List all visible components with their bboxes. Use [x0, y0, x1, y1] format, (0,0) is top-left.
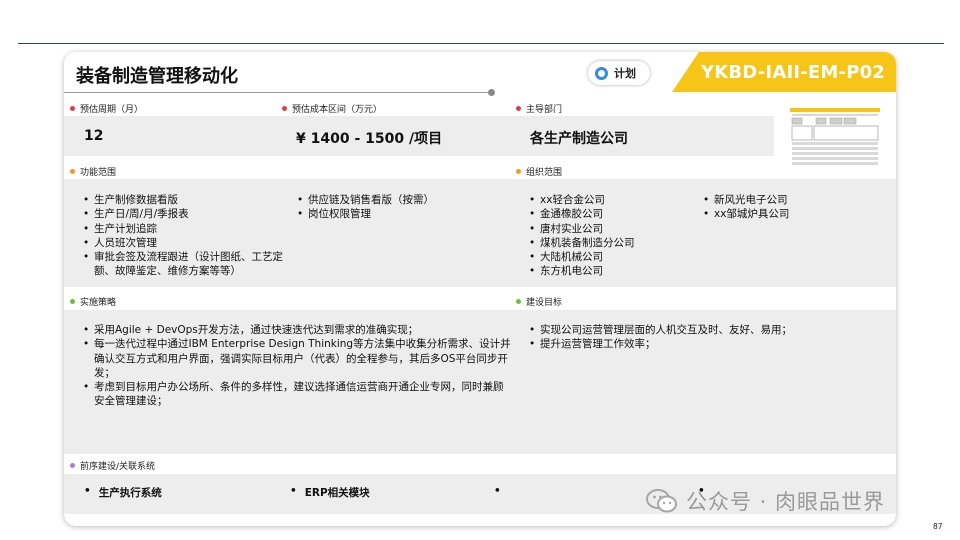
list-item: 每一迭代过程中通过IBM Enterprise Design Thinking等…	[80, 337, 512, 380]
list-item: 岗位权限管理	[294, 207, 494, 222]
dept-label-text: 主导部门	[526, 105, 563, 115]
list-item: 生产日/周/月/季报表	[80, 207, 298, 222]
initiative-card: 装备制造管理移动化 计划 YKBD-IAII-EM-P02 预估周期（月） 预估…	[64, 52, 896, 526]
strategy-label: 实施策略	[70, 295, 116, 308]
orange-dot-icon	[516, 169, 521, 174]
strategy-list: 采用Agile + DevOps开发方法，通过快速迭代达到需求的准确实现； 每一…	[80, 323, 512, 409]
green-dot-icon	[516, 299, 521, 304]
list-item: 考虑到目标用户办公场所、条件的多样性，建议选择通信运营商开通企业专网，同时兼顾安…	[80, 380, 512, 409]
red-dot-icon	[516, 106, 521, 111]
watermark: 公众号 · 肉眼品世界	[646, 486, 885, 516]
screen-thumbnail-icon	[790, 108, 880, 168]
list-item: 煤机装备制造分公司	[526, 236, 706, 251]
prerequisites-label: 前序建设/关联系统	[70, 459, 155, 472]
wechat-icon	[646, 489, 677, 513]
org-scope-label-text: 组织范围	[526, 168, 563, 178]
dept-value: 各生产制造公司	[530, 131, 628, 147]
org-scope-list-2: 新风光电子公司 xx邹城炉具公司	[700, 193, 880, 222]
period-label-text: 预估周期（月）	[80, 105, 144, 115]
top-divider	[18, 43, 944, 44]
project-code: YKBD-IAII-EM-P02	[700, 61, 886, 83]
list-item: 唐村实业公司	[526, 222, 706, 237]
red-dot-icon	[282, 106, 287, 111]
org-scope-label: 组织范围	[516, 165, 562, 178]
list-item: xx邹城炉具公司	[700, 207, 880, 222]
page-title: 装备制造管理移动化	[76, 66, 238, 87]
list-item: xx轻合金公司	[526, 193, 706, 208]
goals-label: 建设目标	[516, 295, 562, 308]
bullet-icon: •	[84, 485, 91, 497]
plan-label: 计划	[614, 67, 636, 80]
list-item: 东方机电公司	[526, 264, 706, 279]
period-label: 预估周期（月）	[70, 102, 143, 115]
prerequisite-item: • ERP相关模块	[290, 485, 370, 499]
list-item: 新风光电子公司	[700, 193, 880, 208]
period-value: 12	[84, 128, 104, 144]
status-ring-icon	[595, 66, 608, 80]
plan-status-badge[interactable]: 计划	[588, 61, 650, 85]
goals-list: 实现公司运营管理层面的人机交互及时、友好、易用； 提升运营管理工作效率；	[526, 323, 886, 352]
cost-label: 预估成本区间（万元）	[282, 102, 382, 115]
progress-line	[64, 92, 490, 93]
list-item: 采用Agile + DevOps开发方法，通过快速迭代达到需求的准确实现；	[80, 323, 512, 338]
goals-label-text: 建设目标	[526, 298, 563, 308]
cost-value: ¥ 1400 - 1500 /项目	[296, 131, 443, 147]
list-item: 生产计划追踪	[80, 222, 298, 237]
orange-dot-icon	[70, 169, 75, 174]
list-item: 人员班次管理	[80, 236, 298, 251]
function-scope-label-text: 功能范围	[80, 168, 117, 178]
strategy-label-text: 实施策略	[80, 298, 117, 308]
cost-label-text: 预估成本区间（万元）	[292, 105, 383, 115]
prerequisite-item: • 生产执行系统	[84, 485, 162, 499]
project-code-badge: YKBD-IAII-EM-P02	[672, 52, 896, 92]
watermark-text: 公众号 · 肉眼品世界	[686, 490, 886, 514]
function-scope-list-2: 供应链及销售看版（按需） 岗位权限管理	[294, 193, 494, 222]
list-item: 提升运营管理工作效率；	[526, 337, 886, 352]
list-item: 大陆机械公司	[526, 250, 706, 265]
list-item: 供应链及销售看版（按需）	[294, 193, 494, 208]
dept-label: 主导部门	[516, 102, 562, 115]
function-scope-label: 功能范围	[70, 165, 116, 178]
list-item: 审批会签及流程跟进（设计图纸、工艺定额、故障鉴定、维修方案等等）	[80, 250, 298, 279]
page-number: 87	[933, 522, 943, 531]
purple-dot-icon	[70, 463, 75, 468]
progress-marker	[488, 89, 495, 96]
list-item: 实现公司运营管理层面的人机交互及时、友好、易用；	[526, 323, 886, 338]
function-scope-list-1: 生产制修数据看版 生产日/周/月/季报表 生产计划追踪 人员班次管理 审批会签及…	[80, 193, 298, 279]
green-dot-icon	[70, 299, 75, 304]
list-item: 生产制修数据看版	[80, 193, 298, 208]
prerequisite-item: •	[494, 485, 509, 497]
org-scope-list-1: xx轻合金公司 金通橡胶公司 唐村实业公司 煤机装备制造分公司 大陆机械公司 东…	[526, 193, 706, 279]
red-dot-icon	[70, 106, 75, 111]
list-item: 金通橡胶公司	[526, 207, 706, 222]
prerequisites-label-text: 前序建设/关联系统	[80, 462, 156, 472]
bullet-icon: •	[494, 485, 501, 497]
bullet-icon: •	[290, 485, 297, 497]
